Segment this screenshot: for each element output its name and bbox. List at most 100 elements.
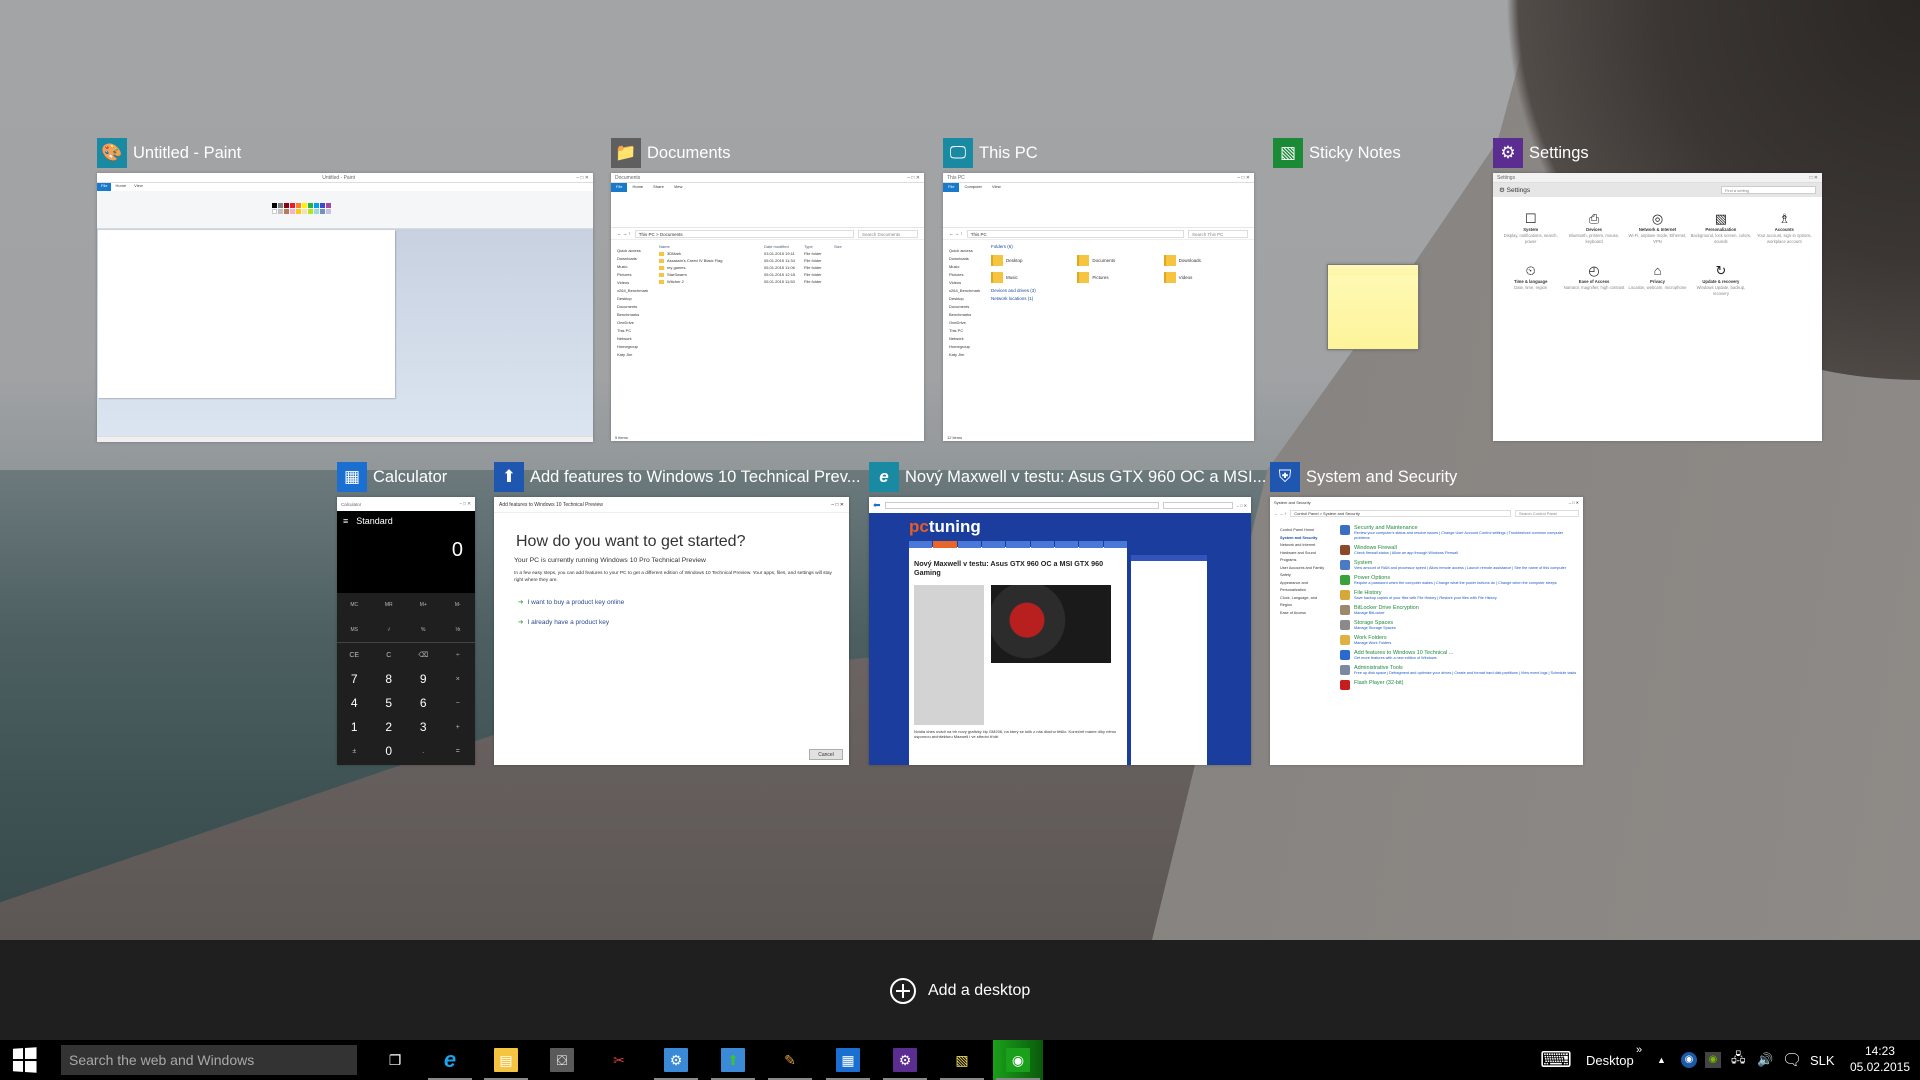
nav-item: Desktop	[617, 295, 653, 303]
cp-nav-link: User Accounts and Family Safety	[1280, 565, 1325, 578]
window-thumbnail[interactable]: ⬅ – □ ✕ pctuning Nový Maxwell v testu: As…	[869, 497, 1251, 765]
settings-category-desc: Display, notifications, search, power	[1503, 233, 1558, 244]
taskbar-add-features-button[interactable]: ⬆	[708, 1040, 758, 1080]
gear-icon: ⚙	[1493, 138, 1523, 168]
address-bar	[884, 501, 1159, 509]
nav-item-label: Downloads	[949, 256, 969, 261]
window-title: Documents	[647, 143, 731, 162]
taskbar-calculator-button[interactable]: ▦	[823, 1040, 873, 1080]
sticky-notes-icon: ▧	[955, 1051, 969, 1068]
taskbar-control-panel-button[interactable]: ⚙	[651, 1040, 701, 1080]
nav-item: Katy Jim	[949, 351, 985, 359]
search-input[interactable]: Search the web and Windows	[61, 1045, 357, 1075]
settings-gear-icon: ⚙	[1499, 187, 1505, 194]
settings-header: ⚙ Settings Find a setting	[1493, 183, 1822, 197]
window-title: This PC	[979, 143, 1038, 162]
operator-key: ÷	[455, 651, 460, 659]
tab-view: View	[992, 184, 1001, 189]
taskbar-task-view-button[interactable]: ❐	[370, 1040, 420, 1080]
file-type: File folder	[804, 265, 822, 270]
tab-view: View	[134, 183, 143, 188]
thumb-title: Settings	[1497, 174, 1516, 181]
nav-item-label: This PC	[949, 328, 964, 333]
clock[interactable]: 14:23 05.02.2015	[1850, 1043, 1910, 1075]
file-type: File folder	[804, 258, 822, 263]
start-button[interactable]	[0, 1040, 48, 1080]
explorer-ribbon	[611, 192, 924, 228]
window-thumbnail[interactable]: Calculator – □ ✕ ≡ Standard 0 MC MR M+ M- MS √%…	[337, 497, 475, 765]
file-name: my games	[659, 264, 764, 271]
desktop-toolbar[interactable]: Desktop	[1586, 1040, 1634, 1080]
store-icon: ⛋	[550, 1048, 574, 1072]
taskbar-steam-button[interactable]: ◉	[993, 1040, 1043, 1080]
calculator-display: 0	[337, 531, 475, 593]
window-title: Nový Maxwell v testu: Asus GTX 960 OC a …	[905, 467, 1267, 486]
operator-key: C	[386, 651, 392, 659]
nav-item-label: Downloads	[617, 256, 637, 261]
window-thumbnail[interactable]: Documents – □ ✕ File Home Share View ← → …	[611, 173, 924, 441]
nav-item-label: Pictures	[617, 272, 632, 277]
file-type: File folder	[804, 272, 822, 277]
window-thumbnail[interactable]: Add features to Windows 10 Technical Pre…	[494, 497, 849, 765]
touch-keyboard-button[interactable]: ⌨	[1540, 1040, 1572, 1080]
input-language-button[interactable]: SLK	[1810, 1040, 1835, 1080]
add-features-icon: ⬆	[721, 1048, 745, 1072]
window-thumbnail[interactable]: Settings □ ✕ ⚙ Settings Find a setting ☐ S…	[1493, 173, 1822, 441]
taskbar-sticky-notes-button[interactable]: ▧	[937, 1040, 987, 1080]
taskbar: Search the web and Windows ❐ e ▤ ⛋ ✂ ⚙ ⬆ ✎ ▦ ⚙ ▧ ◉ …	[0, 1040, 1920, 1080]
settings-category-desc: Narrator, magnifier, high contrast	[1563, 285, 1625, 290]
action-center-button[interactable]: 🗨	[1782, 1040, 1802, 1080]
sticky-note-thumbnail[interactable]	[1327, 264, 1419, 350]
settings-category-desc: Background, lock screen, colors, sounds	[1690, 233, 1752, 244]
cp-category-text: File History Save backup copies of your f…	[1354, 590, 1497, 601]
nav-item: Benchmarks	[617, 311, 653, 319]
toolbar-expand-button[interactable]: »	[1636, 1030, 1642, 1070]
taskbar-file-explorer-button[interactable]: ▤	[481, 1040, 531, 1080]
nav-item-label: Videos	[617, 280, 630, 285]
window-thumbnail[interactable]: Untitled - Paint – □ ✕ File Home View	[97, 173, 593, 442]
window-thumbnail[interactable]: This PC – □ ✕ File Computer View ← → ↑ Th…	[943, 173, 1254, 441]
settings-category: ⏲ Time & language Date, time, region	[1499, 263, 1562, 297]
taskbar-store-button[interactable]: ⛋	[537, 1040, 587, 1080]
settings-category-icon: ☐	[1524, 211, 1537, 226]
file-name-text: Assassin's Creed IV Black Flag	[667, 258, 723, 263]
taskbar-internet-explorer-button[interactable]: e	[425, 1040, 475, 1080]
volume-tray-icon[interactable]: 🔊	[1757, 1040, 1773, 1080]
thumb-title: Documents	[615, 174, 641, 181]
digit-key: 5	[385, 696, 393, 710]
taskbar-paint-button[interactable]: ✎	[765, 1040, 815, 1080]
window-header: ⬆ Add features to Windows 10 Technical P…	[494, 462, 860, 492]
thumb-title: System and Security	[1274, 499, 1311, 505]
cp-category-icon	[1340, 665, 1350, 675]
search-box: Search Control Panel	[1515, 509, 1579, 517]
show-hidden-icons-button[interactable]: ▲	[1657, 1040, 1666, 1080]
file-explorer-icon: ▤	[494, 1048, 518, 1072]
ribbon-tabs: File Home Share View	[611, 183, 924, 192]
site-logo: pctuning	[909, 517, 981, 536]
nav-item-label: Music	[617, 264, 628, 269]
network-tray-icon[interactable]: 🖧	[1731, 1040, 1746, 1080]
steam-tray-icon[interactable]: ◉	[1681, 1040, 1697, 1080]
digit-key: 1	[350, 720, 358, 734]
nav-item: Network	[617, 335, 653, 343]
nav-item-label: Network	[949, 336, 964, 341]
taskbar-snipping-tool-button[interactable]: ✂	[594, 1040, 644, 1080]
window-controls: – □ ✕	[459, 501, 472, 506]
folder-icon	[991, 272, 1003, 283]
nav-item-label: OneDrive	[949, 320, 966, 325]
add-desktop-label: Add a desktop	[928, 982, 1031, 999]
cp-nav-link: Programs	[1280, 558, 1297, 562]
thumb-titlebar: Add features to Windows 10 Technical Pre…	[494, 497, 849, 513]
window-thumbnail[interactable]: System and Security – □ ✕ ← → ↑ Control P…	[1270, 497, 1583, 765]
folder-icon	[1077, 255, 1090, 266]
back-icon: ⬅	[873, 499, 881, 510]
memory-key: √	[387, 626, 391, 633]
nvidia-tray-icon[interactable]: ◉	[1705, 1040, 1721, 1080]
memory-key: M+	[419, 602, 427, 609]
add-desktop-button[interactable]: Add a desktop	[890, 978, 1030, 1004]
windows-logo-icon	[12, 1047, 37, 1073]
taskbar-settings-button[interactable]: ⚙	[880, 1040, 930, 1080]
operator-key: .	[422, 747, 425, 755]
navigation-pane: Quick access Downloads Music Pictures Videos…	[611, 243, 653, 433]
language-label: SLK	[1810, 1052, 1835, 1068]
